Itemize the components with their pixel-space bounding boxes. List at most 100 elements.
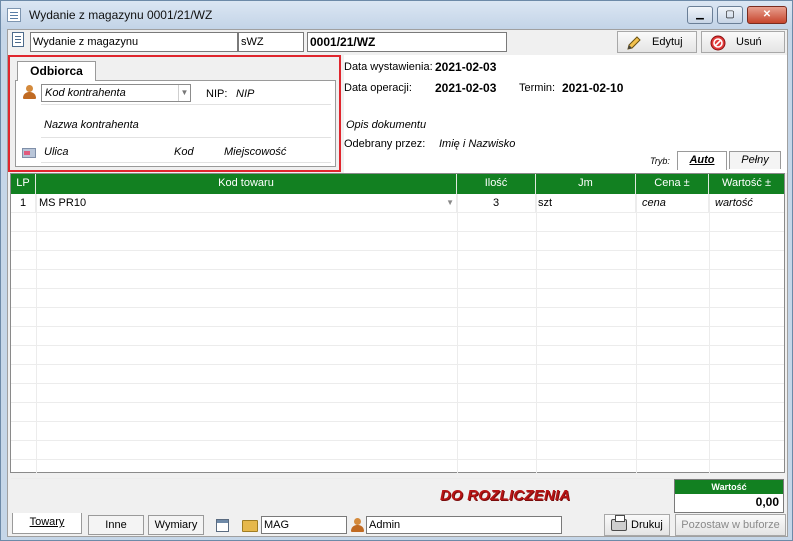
- contractor-code-combo[interactable]: Kod kontrahenta ▼: [41, 84, 191, 102]
- chevron-down-icon[interactable]: ▼: [178, 85, 190, 101]
- received-by-label: Odebrany przez:: [344, 138, 426, 150]
- total-value-box: Wartość 0,00: [674, 479, 784, 513]
- col-code[interactable]: Kod towaru: [36, 174, 457, 194]
- street-field[interactable]: Ulica: [44, 146, 68, 158]
- col-value[interactable]: Wartość ±: [709, 174, 784, 194]
- window-title: Wydanie z magazynu 0001/21/WZ: [29, 8, 213, 22]
- col-unit[interactable]: Jm: [536, 174, 636, 194]
- tab-full[interactable]: Pełny: [729, 151, 781, 169]
- col-price[interactable]: Cena ±: [636, 174, 709, 194]
- cell-code-text: MS PR10: [39, 197, 87, 209]
- address-card-icon: [22, 148, 36, 158]
- empty-row[interactable]: [11, 365, 784, 384]
- recipient-body: Kod kontrahenta ▼ NIP: NIP Nazwa kontrah…: [15, 80, 336, 167]
- pencil-icon: [627, 36, 641, 50]
- col-qty[interactable]: Ilość: [457, 174, 536, 194]
- tab-goods[interactable]: Towary: [12, 513, 82, 534]
- operation-date-field[interactable]: 2021-02-03: [435, 81, 496, 95]
- delete-icon: [710, 35, 726, 51]
- mode-label: Tryb:: [650, 156, 670, 166]
- document-window: Wydanie z magazynu 0001/21/WZ ▁ ▢ ✕ Wyda…: [0, 0, 793, 541]
- col-lp[interactable]: LP: [11, 174, 36, 194]
- total-value: 0,00: [755, 495, 779, 509]
- document-number-field[interactable]: 0001/21/WZ: [307, 32, 507, 52]
- nip-label: NIP:: [206, 88, 228, 100]
- divider: [41, 104, 331, 105]
- items-table: LP Kod towaru Ilość Jm Cena ± Wartość ± …: [10, 173, 785, 479]
- cell-value[interactable]: wartość: [709, 194, 784, 212]
- warehouse-icon: [242, 520, 258, 532]
- empty-row[interactable]: [11, 251, 784, 270]
- tab-auto[interactable]: Auto: [677, 151, 727, 170]
- cell-unit[interactable]: szt: [536, 194, 636, 212]
- empty-row[interactable]: [11, 308, 784, 327]
- nip-field[interactable]: NIP: [236, 88, 254, 100]
- delete-label: Usuń: [736, 36, 762, 48]
- issue-date-field[interactable]: 2021-02-03: [435, 60, 496, 74]
- contractor-code-text: Kod kontrahenta: [45, 87, 126, 99]
- empty-row[interactable]: [11, 384, 784, 403]
- description-field[interactable]: Opis dokumentu: [346, 119, 426, 131]
- cell-code[interactable]: MS PR10 ▼: [36, 194, 457, 212]
- minimize-button[interactable]: ▁: [687, 6, 713, 24]
- contractor-name-field[interactable]: Nazwa kontrahenta: [44, 119, 139, 131]
- leave-in-buffer-button[interactable]: Pozostaw w buforze: [675, 514, 786, 536]
- column-divider: [36, 194, 37, 473]
- city-field[interactable]: Miejscowość: [224, 146, 286, 158]
- cell-qty[interactable]: 3: [457, 194, 536, 212]
- table-row[interactable]: 1 MS PR10 ▼ 3 szt cena wartość: [11, 194, 784, 213]
- delete-button[interactable]: Usuń: [701, 31, 785, 53]
- print-label: Drukuj: [631, 519, 663, 531]
- recipient-panel: Odbiorca Kod kontrahenta ▼ NIP: NIP Nazw…: [8, 55, 341, 172]
- edit-label: Edytuj: [652, 36, 683, 48]
- document-form: Wydanie z magazynu sWZ 0001/21/WZ Edytuj…: [7, 29, 788, 537]
- bottom-bar: Towary Inne Wymiary MAG Admin Drukuj Poz…: [8, 513, 787, 536]
- cell-price[interactable]: cena: [636, 194, 709, 212]
- tab-dimensions[interactable]: Wymiary: [148, 515, 204, 535]
- printer-icon: [611, 515, 627, 531]
- person-icon: [22, 85, 36, 100]
- document-info: Data wystawienia: 2021-02-03 Data operac…: [344, 55, 787, 173]
- user-icon: [350, 518, 364, 533]
- empty-row[interactable]: [11, 346, 784, 365]
- due-date-label: Termin:: [519, 82, 556, 94]
- received-by-field[interactable]: Imię i Nazwisko: [439, 138, 515, 150]
- edit-button[interactable]: Edytuj: [617, 31, 697, 53]
- empty-row[interactable]: [11, 422, 784, 441]
- operation-date-label: Data operacji:: [344, 82, 412, 94]
- divider: [41, 162, 331, 163]
- issue-date-label: Data wystawienia:: [344, 61, 433, 73]
- print-button[interactable]: Drukuj: [604, 514, 670, 536]
- empty-row[interactable]: [11, 460, 784, 479]
- empty-row[interactable]: [11, 441, 784, 460]
- document-icon: [7, 8, 21, 22]
- column-divider: [536, 194, 537, 473]
- close-button[interactable]: ✕: [747, 6, 787, 24]
- maximize-button[interactable]: ▢: [717, 6, 743, 24]
- empty-row[interactable]: [11, 213, 784, 232]
- tab-recipient[interactable]: Odbiorca: [17, 61, 96, 81]
- series-field[interactable]: sWZ: [238, 32, 304, 52]
- divider: [41, 137, 331, 138]
- document-type-field[interactable]: Wydanie z magazynu: [30, 32, 238, 52]
- column-divider: [457, 194, 458, 473]
- column-divider: [709, 194, 710, 473]
- tab-other[interactable]: Inne: [88, 515, 144, 535]
- warehouse-field[interactable]: MAG: [261, 516, 347, 534]
- calendar-icon[interactable]: [216, 519, 229, 532]
- empty-row[interactable]: [11, 289, 784, 308]
- status-badge: DO ROZLICZENIA: [440, 487, 571, 504]
- due-date-field[interactable]: 2021-02-10: [562, 81, 623, 95]
- toolbar: Wydanie z magazynu sWZ 0001/21/WZ Edytuj…: [8, 30, 787, 55]
- cell-lp: 1: [11, 194, 36, 212]
- empty-row[interactable]: [11, 403, 784, 422]
- user-field[interactable]: Admin: [366, 516, 562, 534]
- chevron-down-icon[interactable]: ▼: [446, 194, 454, 212]
- table-header: LP Kod towaru Ilość Jm Cena ± Wartość ±: [11, 174, 784, 194]
- empty-row[interactable]: [11, 327, 784, 346]
- empty-row[interactable]: [11, 232, 784, 251]
- empty-row[interactable]: [11, 270, 784, 289]
- document-type-icon: [12, 32, 24, 47]
- postal-code-field[interactable]: Kod: [174, 146, 194, 158]
- total-value-label: Wartość: [675, 480, 783, 494]
